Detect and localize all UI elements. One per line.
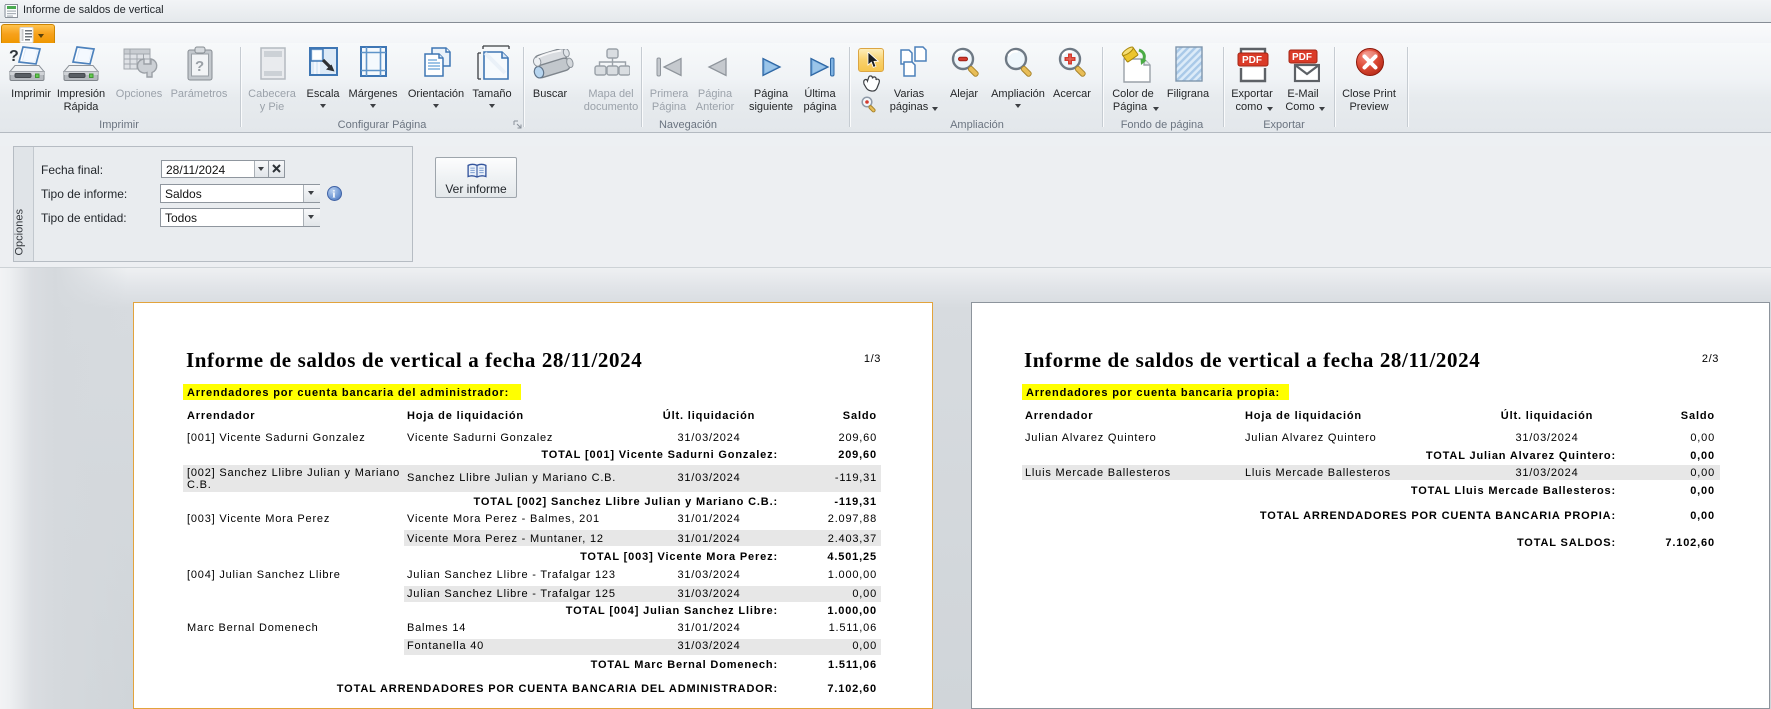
svg-text:?: ? [9, 48, 19, 65]
svg-text:PDF: PDF [1292, 52, 1312, 63]
svg-text:?: ? [195, 58, 204, 75]
svg-text:i: i [332, 189, 335, 201]
svg-text:PDF: PDF [1242, 55, 1262, 66]
